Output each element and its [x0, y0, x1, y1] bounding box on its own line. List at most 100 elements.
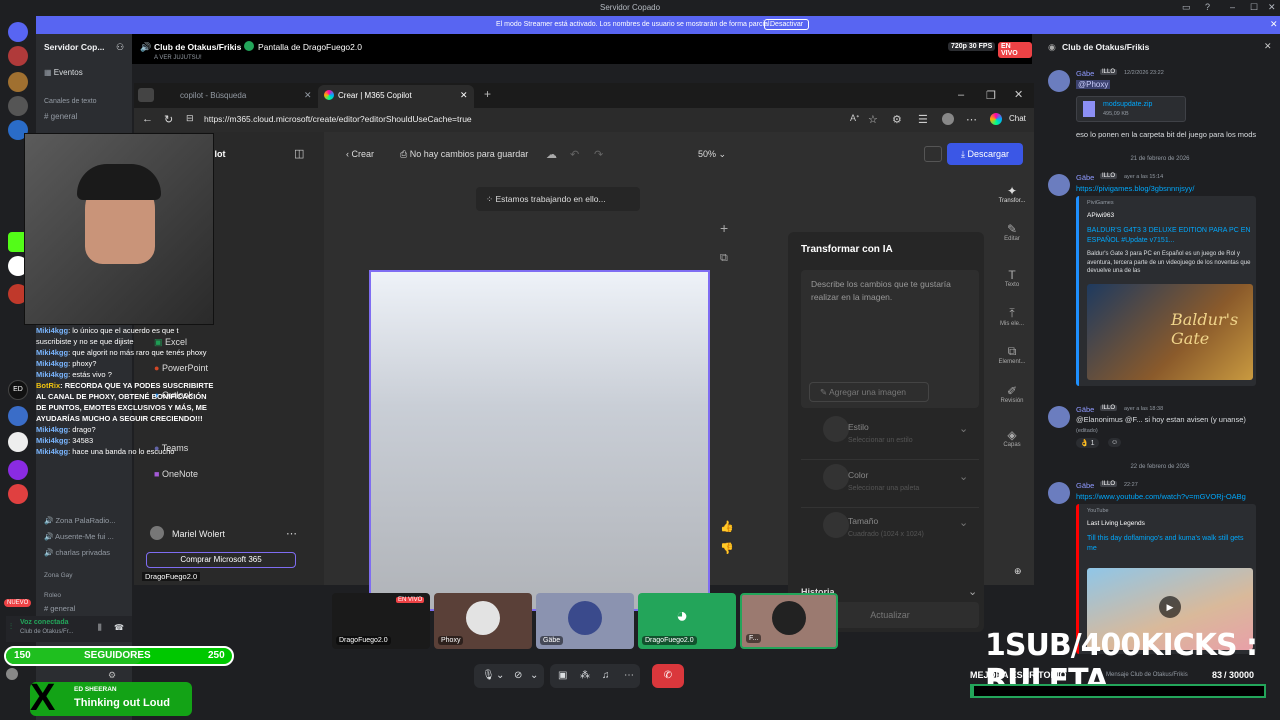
generated-image-canvas[interactable] — [369, 270, 710, 611]
server-icon[interactable] — [8, 460, 28, 480]
close-browser-icon[interactable]: ✕ — [1014, 88, 1023, 101]
fullscreen-icon[interactable]: ⊕ — [1014, 566, 1022, 577]
channel-ausente[interactable]: 🔊 Ausente-Me fui ... — [44, 532, 114, 541]
events-item[interactable]: ▦ Eventos — [44, 68, 83, 77]
more-icon[interactable]: ⋯ — [966, 113, 977, 126]
more-options-icon[interactable]: ⋯ — [624, 664, 634, 688]
extensions-icon[interactable]: ⚙ — [892, 113, 902, 126]
thumbs-down-icon[interactable]: 👎 — [720, 542, 734, 555]
tile-phoxy[interactable]: Phoxy — [434, 593, 532, 649]
msg-username[interactable]: Gäbe — [1076, 69, 1094, 78]
device-preview-icon[interactable] — [924, 146, 942, 162]
avatar[interactable] — [1048, 482, 1070, 504]
msg-link[interactable]: https://www.youtube.com/watch?v=mGVORj-O… — [1076, 492, 1246, 501]
disconnect-button[interactable]: ✆ — [652, 664, 684, 688]
help-icon[interactable]: ? — [1205, 2, 1210, 12]
minimize-icon[interactable]: – — [1230, 2, 1235, 12]
msg-mention[interactable]: @Phoxy — [1076, 80, 1111, 89]
camera-options-icon[interactable]: ⌄ — [530, 664, 538, 688]
server-name[interactable]: Servidor Cop... — [44, 42, 104, 52]
chat-input-placeholder[interactable]: Mensaje Club de Otakus/Frikis — [1106, 672, 1188, 678]
tab-actions-icon[interactable] — [138, 88, 154, 102]
add-icon[interactable]: + — [720, 220, 728, 236]
camera-off-icon[interactable]: ⊘ — [514, 664, 522, 688]
user-more-icon[interactable]: ⋯ — [286, 527, 297, 540]
undo-icon[interactable]: ↶ — [570, 148, 579, 161]
reaction[interactable]: 👌 1 — [1076, 438, 1099, 448]
play-icon[interactable]: ▶ — [1159, 596, 1181, 618]
zoom-select[interactable]: 50% ⌄ — [698, 149, 726, 160]
file-name[interactable]: modsupdate.zip — [1103, 101, 1152, 108]
embed-image[interactable]: Baldur's Gate — [1087, 284, 1253, 380]
read-aloud-icon[interactable]: Aᐩ — [850, 113, 860, 124]
user-avatar[interactable] — [150, 526, 164, 540]
copilot-chat-icon[interactable] — [990, 113, 1002, 125]
maximize-icon[interactable]: ☐ — [1250, 2, 1258, 13]
minimize-browser-icon[interactable]: – — [958, 89, 964, 101]
text-channels-category[interactable]: Canales de texto — [44, 98, 97, 105]
buy-m365-button[interactable]: Comprar Microsoft 365 — [146, 552, 296, 568]
msg-username[interactable]: Gäbe — [1076, 405, 1094, 414]
channel-general[interactable]: # general — [44, 112, 77, 121]
style-option[interactable]: Estilo Seleccionar un estilo ⌄ — [801, 416, 979, 460]
tab-search[interactable]: copilot - Búsqueda — [180, 91, 246, 100]
color-option[interactable]: Color Seleccionar una paleta ⌄ — [801, 464, 979, 508]
tool-layers[interactable]: ◈ Capas — [994, 428, 1030, 448]
prompt-textarea[interactable]: Describe los cambios que te gustaría rea… — [801, 270, 979, 408]
server-icon[interactable] — [8, 432, 28, 452]
server-icon[interactable] — [8, 72, 28, 92]
screen-share-icon[interactable]: ▣ — [558, 664, 567, 688]
tool-edit[interactable]: ✎ Editar — [994, 222, 1030, 242]
channel-zona-pala[interactable]: 🔊 Zona PalaRadio... — [44, 516, 115, 525]
sidebar-toggle-icon[interactable]: ◫ — [294, 147, 304, 160]
embed-author[interactable]: APiwi963 — [1087, 212, 1114, 219]
disconnect-icon[interactable]: ☎ — [114, 623, 124, 632]
tool-elements[interactable]: ⧉ Element... — [994, 344, 1030, 365]
server-icon[interactable] — [8, 406, 28, 426]
size-option[interactable]: Tamaño Cuadrado (1024 x 1024) ⌄ — [801, 512, 979, 556]
user-name[interactable]: Mariel Wolert — [172, 529, 225, 539]
inbox-icon[interactable]: ▭ — [1182, 2, 1191, 13]
tool-text[interactable]: T Texto — [994, 268, 1030, 288]
embed-title[interactable]: BALDUR'S G4T3 3 DELUXE EDITION PARA PC E… — [1087, 226, 1255, 246]
close-tab-icon[interactable]: ✕ — [460, 90, 468, 101]
favorite-icon[interactable]: ☆ — [868, 113, 878, 126]
activities-icon[interactable]: ⁂ — [580, 664, 590, 688]
avatar[interactable] — [1048, 70, 1070, 92]
new-tab-icon[interactable]: + — [484, 87, 491, 101]
thumbs-up-icon[interactable]: 👍 — [720, 520, 734, 533]
user-panel-avatar[interactable] — [6, 668, 18, 680]
add-reaction-icon[interactable]: ☺ — [1108, 438, 1122, 447]
noise-suppression-icon[interactable]: ⫼ — [98, 623, 102, 633]
profile-avatar[interactable] — [942, 113, 954, 125]
soundboard-icon[interactable]: ♫ — [602, 664, 610, 688]
channel-general-2[interactable]: # general — [44, 604, 75, 613]
channel-charlas[interactable]: 🔊 charlas privadas — [44, 548, 110, 557]
server-icon[interactable] — [8, 96, 28, 116]
embed-author[interactable]: Last Living Legends — [1087, 520, 1145, 527]
msg-link[interactable]: https://pivigames.blog/3gbsnnnjsyy/ — [1076, 184, 1194, 193]
category-roleo[interactable]: Roleo — [44, 592, 61, 599]
msg-username[interactable]: Gäbe — [1076, 173, 1094, 182]
server-icon[interactable] — [8, 22, 28, 42]
mic-icon[interactable]: 🎙 — [482, 664, 495, 688]
close-banner-icon[interactable]: ✕ — [1270, 19, 1278, 30]
close-tab-icon[interactable]: ✕ — [304, 90, 312, 101]
tool-transform[interactable]: ✦ Transfor... — [994, 184, 1030, 204]
tool-review[interactable]: ✐ Revisión — [994, 384, 1030, 404]
back-icon[interactable]: ← — [142, 113, 153, 125]
tab-active[interactable]: Crear | M365 Copilot ✕ — [318, 85, 474, 108]
avatar[interactable] — [1048, 174, 1070, 196]
back-to-create-button[interactable]: ‹ Crear — [346, 149, 374, 159]
image-settings-icon[interactable]: ⧉ — [720, 252, 728, 265]
refresh-icon[interactable]: ↻ — [164, 113, 173, 126]
call-channel-name[interactable]: Club de Otakus/Frikis — [154, 42, 241, 52]
tile-f[interactable]: F... — [740, 593, 838, 649]
close-chat-icon[interactable]: ✕ — [1264, 41, 1272, 52]
server-icon-ed[interactable]: ED — [8, 380, 28, 400]
voice-channel-label[interactable]: Club de Otakus/Fr... — [20, 629, 73, 635]
tile-dragofuego-stream[interactable]: EN VIVO DragoFuego2.0 — [332, 593, 430, 649]
server-icon[interactable] — [8, 46, 28, 66]
mic-options-icon[interactable]: ⌄ — [496, 664, 504, 688]
tile-gabe[interactable]: Gäbe — [536, 593, 634, 649]
